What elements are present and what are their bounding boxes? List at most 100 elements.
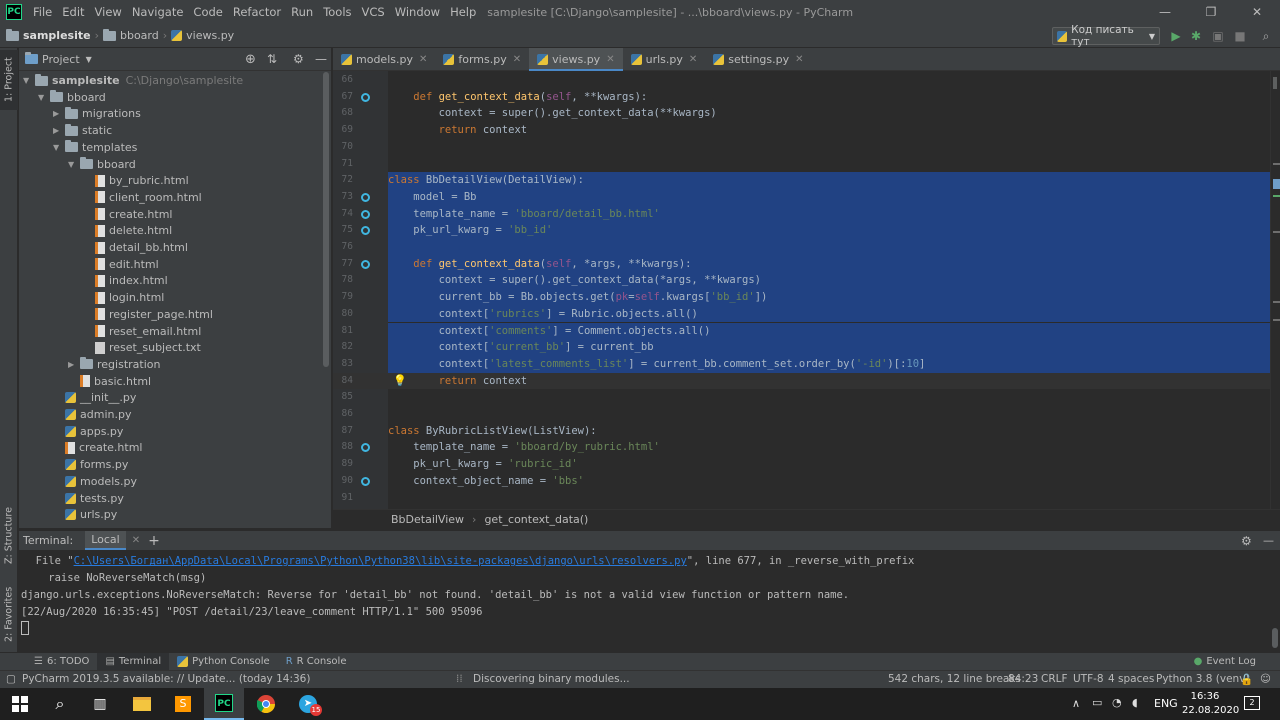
code-line[interactable]: 69 return context xyxy=(333,122,1280,139)
line-number[interactable]: 79 xyxy=(333,289,353,306)
tool-todo[interactable]: ☰ 6: TODO xyxy=(26,653,97,671)
menu-window[interactable]: Window xyxy=(390,5,445,19)
code-line[interactable]: 72 class BbDetailView(DetailView): xyxy=(333,172,1280,189)
tree-item[interactable]: __init__.py xyxy=(53,389,136,406)
code-line[interactable]: 80 context['rubrics'] = Rubric.objects.a… xyxy=(333,305,1280,323)
line-number[interactable]: 69 xyxy=(333,122,353,139)
line-number[interactable]: 66 xyxy=(333,72,353,89)
gear-icon[interactable]: ⚙ xyxy=(293,52,304,66)
menu-code[interactable]: Code xyxy=(188,5,227,19)
chevron-down-icon[interactable]: ▼ xyxy=(86,55,92,64)
override-marker-icon[interactable] xyxy=(361,476,370,486)
override-marker-icon[interactable] xyxy=(361,92,370,102)
maximize-button[interactable]: ❐ xyxy=(1188,0,1234,24)
tool-r-console[interactable]: RR Console xyxy=(278,653,355,671)
telegram-icon[interactable]: ➤ 15 xyxy=(288,688,328,720)
terminal-scrollbar[interactable] xyxy=(1272,628,1278,648)
chevron-down-icon[interactable]: ▼ xyxy=(68,160,80,169)
code-editor[interactable]: 66 67 def get_context_data(self, **kwargs… xyxy=(333,71,1280,509)
line-number[interactable]: 80 xyxy=(333,305,353,323)
code-line[interactable]: 83 context['latest_comments_list'] = cur… xyxy=(333,355,1280,373)
code-line[interactable]: 88 template_name = 'bboard/by_rubric.htm… xyxy=(333,439,1280,456)
menu-refactor[interactable]: Refactor xyxy=(228,5,286,19)
chevron-down-icon[interactable]: ▼ xyxy=(23,76,35,85)
code-line[interactable]: 74 template_name = 'bboard/detail_bb.htm… xyxy=(333,205,1280,223)
line-number[interactable]: 90 xyxy=(333,473,353,490)
line-number[interactable]: 70 xyxy=(333,139,353,156)
background-task[interactable]: Discovering binary modules... xyxy=(473,673,630,685)
tree-item[interactable]: reset_email.html xyxy=(83,323,201,340)
close-icon[interactable]: ✕ xyxy=(132,535,140,546)
start-button[interactable] xyxy=(0,688,40,720)
memory-icon[interactable]: ☺ xyxy=(1260,673,1271,685)
tree-item[interactable]: apps.py xyxy=(53,423,123,440)
code-line[interactable]: 90 context_object_name = 'bbs' xyxy=(333,473,1280,490)
tree-item[interactable]: by_rubric.html xyxy=(83,172,189,189)
add-terminal-button[interactable]: + xyxy=(148,533,160,549)
chevron-down-icon[interactable]: ▼ xyxy=(38,93,50,102)
search-icon[interactable]: ⌕ xyxy=(1258,28,1274,44)
menu-edit[interactable]: Edit xyxy=(57,5,89,19)
code-line[interactable]: 70 xyxy=(333,139,1280,156)
tree-item[interactable]: ▼ templates xyxy=(53,139,137,156)
tree-item[interactable]: ▶ migrations xyxy=(53,105,141,122)
search-icon[interactable]: ⌕ xyxy=(40,688,80,720)
tree-item[interactable]: delete.html xyxy=(83,222,172,239)
file-encoding[interactable]: UTF-8 xyxy=(1073,673,1104,685)
menu-help[interactable]: Help xyxy=(445,5,481,19)
tree-item[interactable]: create.html xyxy=(83,206,172,223)
stop-icon[interactable]: ■ xyxy=(1232,28,1248,44)
explorer-icon[interactable] xyxy=(122,688,162,720)
line-number[interactable]: 78 xyxy=(333,272,353,290)
chevron-right-icon[interactable]: ▶ xyxy=(53,109,65,118)
file-link[interactable]: C:\Users\Богдан\AppData\Local\Programs\P… xyxy=(74,555,687,567)
clock[interactable]: 16:36 22.08.2020 xyxy=(1182,690,1239,718)
hide-icon[interactable]: — xyxy=(315,52,327,66)
code-line[interactable]: 87 class ByRubricListView(ListView): xyxy=(333,423,1280,440)
project-scrollbar[interactable] xyxy=(323,72,329,367)
notifications-icon[interactable]: 2 xyxy=(1244,696,1260,710)
tab-structure[interactable]: Z: Structure xyxy=(0,506,18,566)
code-line[interactable]: 77 def get_context_data(self, *args, **k… xyxy=(333,255,1280,273)
chevron-right-icon[interactable]: ▶ xyxy=(68,360,80,369)
code-line[interactable]: 84 💡 return context xyxy=(333,372,1280,390)
tray-chevron-icon[interactable]: ∧ xyxy=(1072,697,1080,710)
language-indicator[interactable]: ENG xyxy=(1154,697,1178,710)
nav-crumb-project[interactable]: samplesite xyxy=(0,28,95,42)
line-number[interactable]: 77 xyxy=(333,255,353,273)
line-number[interactable]: 82 xyxy=(333,339,353,356)
collapse-icon[interactable]: ⇅ xyxy=(267,52,277,66)
close-icon[interactable]: ✕ xyxy=(689,54,697,65)
tree-item[interactable]: ▶ static xyxy=(53,122,112,139)
tree-item[interactable]: client_room.html xyxy=(83,189,202,206)
close-icon[interactable]: ✕ xyxy=(419,54,427,65)
close-icon[interactable]: ✕ xyxy=(795,54,803,65)
scroll-thumb[interactable] xyxy=(1273,77,1277,89)
tree-item[interactable]: login.html xyxy=(83,289,164,306)
tab-forms-py[interactable]: forms.py ✕ xyxy=(435,48,529,71)
chevron-down-icon[interactable]: ▼ xyxy=(53,143,65,152)
tree-item[interactable]: reset_subject.txt xyxy=(83,339,201,356)
code-line[interactable]: 85 xyxy=(333,389,1280,406)
run-config-select[interactable]: Код писать тут ▼ xyxy=(1052,24,1160,48)
line-number[interactable]: 76 xyxy=(333,239,353,256)
line-number[interactable]: 75 xyxy=(333,222,353,239)
line-number[interactable]: 87 xyxy=(333,423,353,440)
breadcrumb-class[interactable]: BbDetailView xyxy=(391,513,464,526)
locate-icon[interactable]: ⊕ xyxy=(245,52,256,67)
line-number[interactable]: 72 xyxy=(333,172,353,189)
volume-icon[interactable]: ◖ xyxy=(1132,696,1138,709)
tree-item[interactable]: ▶ registration xyxy=(68,356,160,373)
tab-views-py[interactable]: views.py ✕ xyxy=(529,48,624,72)
line-number[interactable]: 67 xyxy=(333,89,353,106)
tab-models-py[interactable]: models.py ✕ xyxy=(333,48,435,71)
menu-run[interactable]: Run xyxy=(286,5,318,19)
coverage-icon[interactable]: ▣ xyxy=(1210,28,1226,44)
chrome-icon[interactable] xyxy=(246,688,286,720)
project-view-selector[interactable]: Project xyxy=(42,53,80,66)
line-number[interactable]: 68 xyxy=(333,105,353,122)
tree-item[interactable]: forms.py xyxy=(53,456,128,473)
wifi-icon[interactable]: ◔ xyxy=(1112,696,1122,709)
code-line[interactable]: 67 def get_context_data(self, **kwargs): xyxy=(333,89,1280,106)
tree-item[interactable]: ▼ samplesite C:\Django\samplesite xyxy=(23,72,243,89)
